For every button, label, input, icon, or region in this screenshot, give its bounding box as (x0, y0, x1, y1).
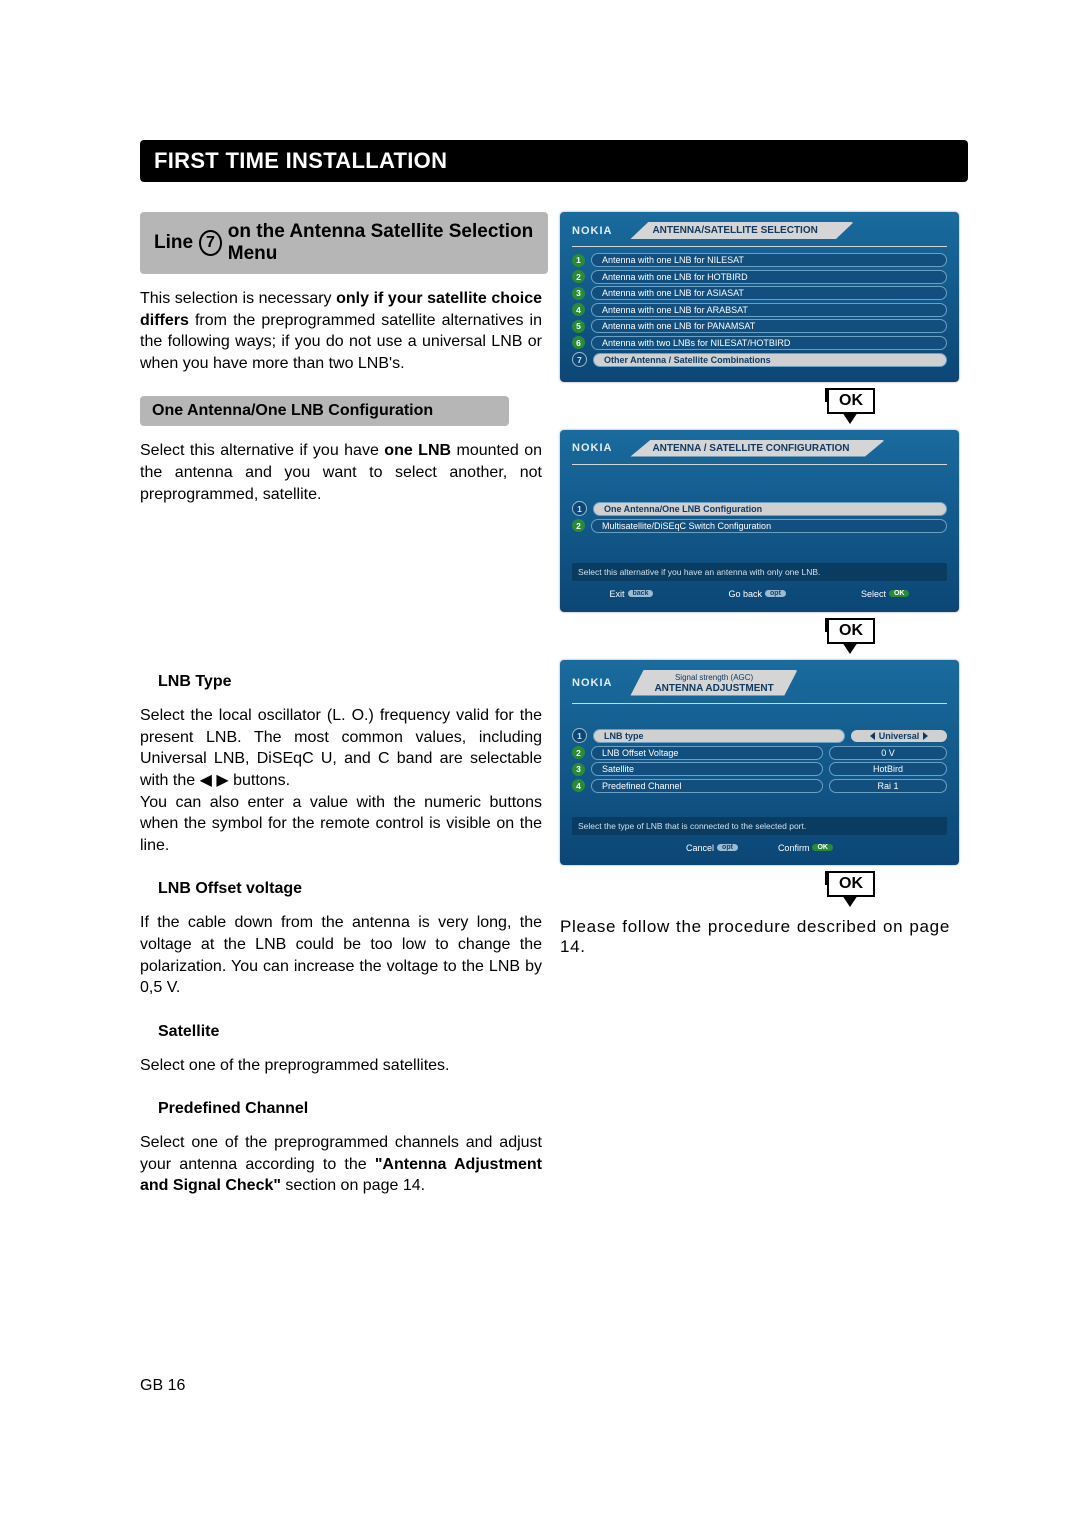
item-label: Antenna with one LNB for PANAMSAT (591, 319, 947, 333)
lnb-type-heading: LNB Type (158, 673, 542, 691)
item-number-icon: 4 (572, 779, 585, 792)
settings-label: Predefined Channel (591, 779, 823, 793)
item-number-icon: 1 (572, 501, 587, 516)
brand-logo: NOKIA (572, 677, 612, 689)
circled-number: 7 (199, 230, 222, 256)
go-back-button[interactable]: Go back opt (729, 589, 786, 599)
settings-row[interactable]: 1 LNB type Universal (572, 728, 947, 743)
settings-row[interactable]: 3 Satellite HotBird (572, 762, 947, 776)
settings-row[interactable]: 4 Predefined Channel Rai 1 (572, 779, 947, 793)
ok-arrow-1: OK (750, 388, 950, 424)
item-label: Antenna with one LNB for HOTBIRD (591, 270, 947, 284)
item-label: Antenna with one LNB for ASIASAT (591, 286, 947, 300)
ok-label: OK (827, 871, 875, 897)
tv-title: Signal strength (AGC) ANTENNA ADJUSTMENT (630, 670, 797, 696)
item-number-icon: 2 (572, 519, 585, 532)
item-number-icon: 7 (572, 352, 587, 367)
procedure-note: Please follow the procedure described on… (560, 917, 950, 957)
menu-item[interactable]: 7 Other Antenna / Satellite Combinations (572, 352, 947, 367)
item-number-icon: 1 (572, 728, 587, 743)
arrow-down-icon (842, 895, 858, 907)
text: Select this alternative if you have (140, 442, 384, 459)
item-label: Multisatellite/DiSEqC Switch Configurati… (591, 519, 947, 533)
item-number-icon: 3 (572, 763, 585, 776)
satellite-heading: Satellite (158, 1023, 542, 1041)
value-text: Universal (879, 731, 920, 741)
right-column: NOKIA ANTENNA/SATELLITE SELECTION 1 Anten… (560, 212, 950, 957)
menu-item[interactable]: 2 Multisatellite/DiSEqC Switch Configurat… (572, 519, 947, 533)
brand-logo: NOKIA (572, 442, 612, 454)
confirm-button[interactable]: Confirm OK (778, 843, 833, 853)
item-number-icon: 3 (572, 287, 585, 300)
tv-screen-adjustment: NOKIA Signal strength (AGC) ANTENNA ADJU… (560, 660, 959, 865)
text: This selection is necessary (140, 290, 336, 307)
page-footer: GB 16 (140, 1377, 542, 1395)
item-number-icon: 1 (572, 254, 585, 267)
lnb-offset-body: If the cable down from the antenna is ve… (140, 912, 542, 998)
lnb-type-body: Select the local oscillator (L. O.) freq… (140, 705, 542, 856)
settings-value: HotBird (829, 762, 947, 776)
section-one-body: Select this alternative if you have one … (140, 440, 542, 505)
section-one-antenna: One Antenna/One LNB Configuration (140, 396, 509, 426)
tv-title: ANTENNA / SATELLITE CONFIGURATION (630, 440, 885, 457)
settings-label: Satellite (591, 762, 823, 776)
intro-paragraph: This selection is necessary only if your… (140, 288, 542, 374)
item-label: Antenna with one LNB for NILESAT (591, 253, 947, 267)
item-label: One Antenna/One LNB Configuration (593, 502, 947, 516)
item-number-icon: 5 (572, 320, 585, 333)
menu-item[interactable]: 5 Antenna with one LNB for PANAMSAT (572, 319, 947, 333)
menu-item[interactable]: 3 Antenna with one LNB for ASIASAT (572, 286, 947, 300)
item-label: Other Antenna / Satellite Combinations (593, 353, 947, 367)
tv-title: ANTENNA/SATELLITE SELECTION (630, 222, 853, 239)
predefined-channel-heading: Predefined Channel (158, 1100, 542, 1118)
chevron-left-icon (870, 732, 875, 740)
menu-item[interactable]: 1 Antenna with one LNB for NILESAT (572, 253, 947, 267)
predefined-channel-body: Select one of the preprogrammed channels… (140, 1132, 542, 1197)
tv-screen-antenna-selection: NOKIA ANTENNA/SATELLITE SELECTION 1 Anten… (560, 212, 959, 382)
item-number-icon: 2 (572, 746, 585, 759)
text: section on page 14. (281, 1177, 425, 1194)
menu-item[interactable]: 4 Antenna with one LNB for ARABSAT (572, 303, 947, 317)
page-section-header: FIRST TIME INSTALLATION (140, 140, 968, 182)
settings-row[interactable]: 2 LNB Offset Voltage 0 V (572, 746, 947, 760)
select-button[interactable]: Select OK (861, 589, 910, 599)
settings-value: Rai 1 (829, 779, 947, 793)
tv-screen-configuration: NOKIA ANTENNA / SATELLITE CONFIGURATION … (560, 430, 959, 612)
menu-item[interactable]: 6 Antenna with two LNBs for NILESAT/HOTBI… (572, 336, 947, 350)
item-number-icon: 4 (572, 303, 585, 316)
satellite-body: Select one of the preprogrammed satellit… (140, 1055, 542, 1077)
menu-item[interactable]: 2 Antenna with one LNB for HOTBIRD (572, 270, 947, 284)
arrow-down-icon (842, 412, 858, 424)
lnb-offset-heading: LNB Offset voltage (158, 880, 542, 898)
cancel-button[interactable]: Cancel opt (686, 843, 738, 853)
help-text: Select this alternative if you have an a… (572, 563, 947, 581)
subheader-pre: Line (154, 232, 193, 254)
item-number-icon: 2 (572, 270, 585, 283)
left-column: Line 7 on the Antenna Satellite Selectio… (140, 212, 542, 1395)
ok-arrow-2: OK (750, 618, 950, 654)
subheader-post: on the Antenna Satellite Selection Menu (228, 221, 534, 265)
arrow-down-icon (842, 642, 858, 654)
item-number-icon: 6 (572, 336, 585, 349)
menu-item[interactable]: 1 One Antenna/One LNB Configuration (572, 501, 947, 516)
brand-logo: NOKIA (572, 225, 612, 237)
ok-label: OK (827, 388, 875, 414)
chevron-right-icon (923, 732, 928, 740)
text: from the preprogrammed satellite alterna… (140, 312, 542, 372)
settings-value-selector[interactable]: Universal (851, 730, 947, 742)
settings-label: LNB Offset Voltage (591, 746, 823, 760)
settings-label: LNB type (593, 729, 845, 743)
ok-label: OK (827, 618, 875, 644)
help-text: Select the type of LNB that is connected… (572, 817, 947, 835)
text-bold: one LNB (384, 442, 451, 459)
settings-value: 0 V (829, 746, 947, 760)
exit-button[interactable]: Exit back (610, 589, 654, 599)
item-label: Antenna with two LNBs for NILESAT/HOTBIR… (591, 336, 947, 350)
ok-arrow-3: OK (750, 871, 950, 907)
subheader: Line 7 on the Antenna Satellite Selectio… (140, 212, 548, 274)
item-label: Antenna with one LNB for ARABSAT (591, 303, 947, 317)
